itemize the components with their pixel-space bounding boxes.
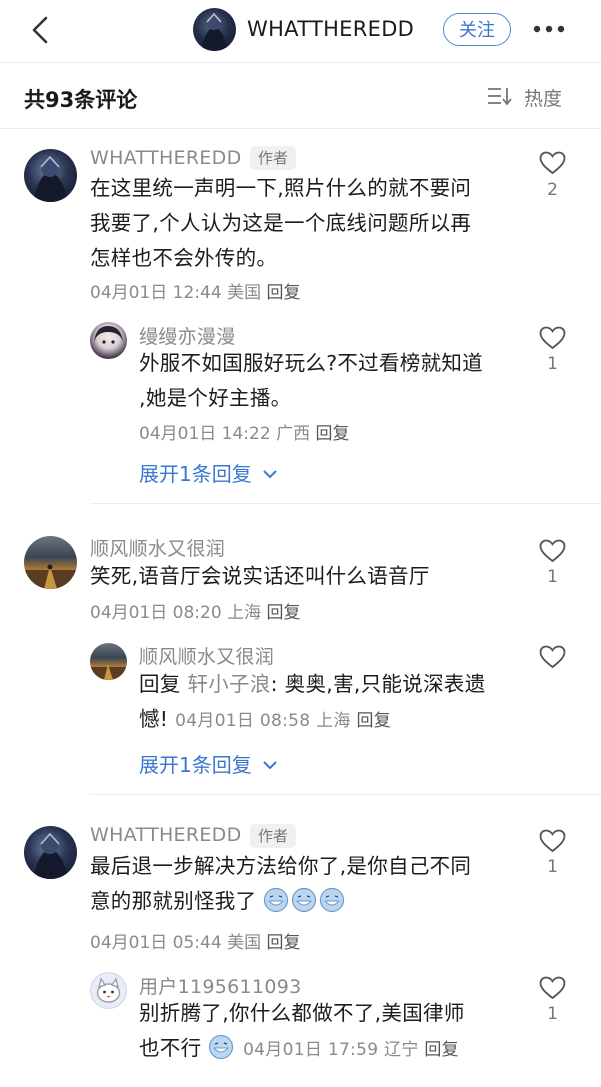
grin-emoji-icon <box>320 887 345 913</box>
reply-text-line: : 奥奥,害,只能说深表遗 <box>270 672 486 696</box>
avatar[interactable] <box>24 149 77 202</box>
comment-username[interactable]: WHATTHEREDD <box>90 147 242 169</box>
comment-text-line: 笑死,语音厅会说实话还叫什么语音厅 <box>90 564 430 588</box>
reply-location: 上海 <box>316 711 351 731</box>
comment-username[interactable]: WHATTHEREDD <box>90 824 242 846</box>
avatar[interactable] <box>24 536 77 589</box>
chevron-down-icon <box>263 761 277 770</box>
like-count: 1 <box>547 354 558 374</box>
reply-button[interactable]: 回复 <box>266 283 300 303</box>
more-options-icon[interactable] <box>531 23 567 35</box>
like-heart-icon[interactable] <box>539 829 566 853</box>
reply-button[interactable]: 回复 <box>424 1040 459 1060</box>
avatar[interactable] <box>90 322 127 359</box>
reply-location: 辽宁 <box>384 1040 419 1060</box>
grin-emoji-icon <box>264 887 289 913</box>
comment-text-line: 我要了,个人认为这是一个底线问题所以再 <box>90 211 472 235</box>
comment-date: 04月01日 08:20 <box>90 603 222 623</box>
reply-meta: 04月01日 08:58 上海 回复 <box>175 711 391 731</box>
author-avatar[interactable] <box>193 8 236 51</box>
sort-icon[interactable] <box>487 86 513 106</box>
reply-text[interactable]: 回复 轩小子浪: 奥奥,害,只能说深表遗 憾! 04月01日 08:58 上海 … <box>139 667 486 739</box>
back-arrow-icon[interactable] <box>26 14 56 46</box>
expand-replies-button[interactable]: 展开1条回复 <box>139 749 278 778</box>
like-heart-icon[interactable] <box>539 645 566 669</box>
comment-location: 美国 <box>227 283 262 303</box>
reply-text[interactable]: 别折腾了,你什么都做不了,美国律师 也不行 04月01日 17:59 辽宁 回复 <box>139 996 465 1068</box>
expand-replies-label: 展开1条回复 <box>139 753 252 777</box>
avatar[interactable] <box>90 972 127 1009</box>
reply-prefix: 回复 <box>139 672 181 696</box>
header-divider <box>0 62 601 63</box>
like-heart-icon[interactable] <box>539 976 566 1000</box>
like-count: 1 <box>547 857 558 877</box>
like-heart-icon[interactable] <box>539 151 566 175</box>
reply-username[interactable]: 用户1195611093 <box>139 972 301 999</box>
reply-meta: 04月01日 17:59 辽宁 回复 <box>243 1040 459 1060</box>
follow-button[interactable]: 关注 <box>443 13 511 46</box>
like-count: 2 <box>547 180 558 200</box>
reply-button[interactable]: 回复 <box>266 933 300 953</box>
expand-replies-button[interactable]: 展开1条回复 <box>139 458 278 487</box>
reply-text-line: 外服不如国服好玩么?不过看榜就知道 <box>139 351 483 375</box>
comment-divider <box>90 794 601 795</box>
reply-username[interactable]: 顺风顺水又很润 <box>139 642 274 669</box>
like-count: 1 <box>547 1004 558 1024</box>
comment-text-line: 在这里统一声明一下,照片什么的就不要问 <box>90 176 472 200</box>
chevron-down-icon <box>263 470 277 479</box>
reply-date: 04月01日 14:22 <box>139 424 271 444</box>
reply-text-line: 也不行 <box>139 1036 202 1060</box>
comment-meta: 04月01日 08:20 上海 回复 <box>90 598 300 623</box>
reply-date: 04月01日 08:58 <box>175 711 311 731</box>
reply-text[interactable]: 外服不如国服好玩么?不过看榜就知道 ,她是个好主播。 <box>139 346 483 416</box>
grin-emoji-icon <box>292 887 317 913</box>
comment-divider <box>90 503 601 504</box>
comment-date: 04月01日 05:44 <box>90 933 222 953</box>
comment-meta: 04月01日 05:44 美国 回复 <box>90 928 300 953</box>
reply-text-line: 别折腾了,你什么都做不了,美国律师 <box>139 1001 465 1025</box>
reply-username[interactable]: 缦缦亦漫漫 <box>139 322 236 349</box>
comment-count: 共93条评论 <box>24 88 138 112</box>
reply-text-line: 憾! <box>139 707 169 731</box>
author-name[interactable]: WHATTHEREDD <box>247 17 414 41</box>
comment-location: 上海 <box>227 603 262 623</box>
comment-location: 美国 <box>227 933 262 953</box>
comment-text-line: 怎样也不会外传的。 <box>90 246 278 270</box>
author-badge: 作者 <box>250 824 297 848</box>
reply-meta: 04月01日 14:22 广西 回复 <box>139 419 349 444</box>
reply-location: 广西 <box>276 424 311 444</box>
mention-link[interactable]: 轩小子浪 <box>187 672 270 696</box>
comment-username[interactable]: 顺风顺水又很润 <box>90 534 225 561</box>
comment-text[interactable]: 笑死,语音厅会说实话还叫什么语音厅 <box>90 559 430 594</box>
comment-text-line: 意的那就别怪我了 <box>90 889 257 913</box>
like-heart-icon[interactable] <box>539 326 566 350</box>
like-heart-icon[interactable] <box>539 539 566 563</box>
sort-by-hot-button[interactable]: 热度 <box>524 84 562 111</box>
comment-text-line: 最后退一步解决方法给你了,是你自己不同 <box>90 854 472 878</box>
reply-button[interactable]: 回复 <box>356 711 391 731</box>
comment-meta: 04月01日 12:44 美国 回复 <box>90 278 300 303</box>
grin-emoji-icon <box>209 1034 234 1060</box>
comment-date: 04月01日 12:44 <box>90 283 222 303</box>
comment-text[interactable]: 最后退一步解决方法给你了,是你自己不同 意的那就别怪我了 <box>90 849 471 919</box>
reply-text-line: ,她是个好主播。 <box>139 386 292 410</box>
author-badge: 作者 <box>250 146 297 170</box>
avatar[interactable] <box>90 643 127 680</box>
list-divider <box>0 128 601 129</box>
expand-replies-label: 展开1条回复 <box>139 462 252 486</box>
reply-date: 04月01日 17:59 <box>243 1040 379 1060</box>
avatar[interactable] <box>24 826 77 879</box>
reply-button[interactable]: 回复 <box>266 603 300 623</box>
reply-button[interactable]: 回复 <box>315 424 349 444</box>
like-count: 1 <box>547 567 558 587</box>
top-nav-bar: WHATTHEREDD 关注 <box>0 0 601 62</box>
comment-text[interactable]: 在这里统一声明一下,照片什么的就不要问 我要了,个人认为这是一个底线问题所以再 … <box>90 171 471 276</box>
